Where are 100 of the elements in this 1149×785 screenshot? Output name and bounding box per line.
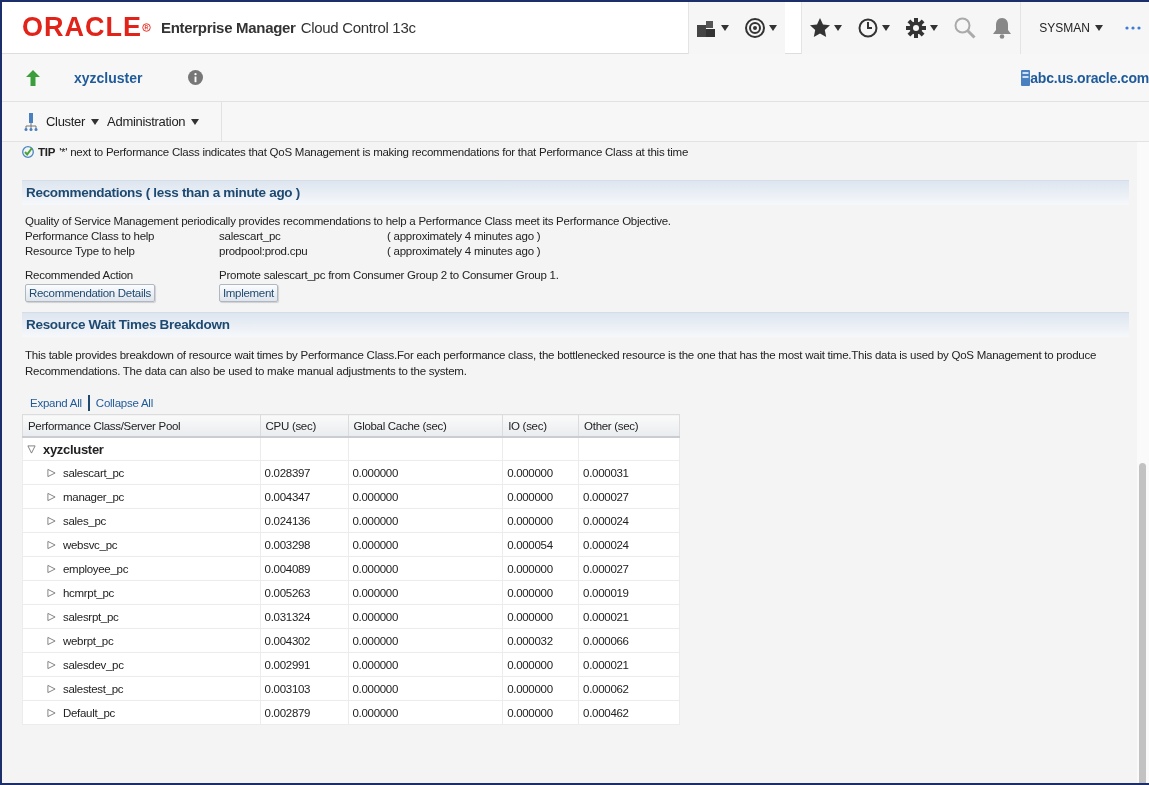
- notifications-icon[interactable]: [992, 16, 1013, 39]
- tree-node-label[interactable]: salesrpt_pc: [63, 610, 119, 623]
- column-header[interactable]: CPU (sec): [260, 414, 348, 437]
- table-cell: 0.005263: [264, 586, 311, 599]
- tree-node-label[interactable]: Default_pc: [63, 706, 115, 719]
- table-cell: 0.000000: [507, 514, 553, 527]
- tree-node-label[interactable]: salestest_pc: [63, 682, 124, 695]
- table-cell: 0.000000: [352, 658, 399, 671]
- scrollbar-thumb[interactable]: [1139, 463, 1146, 783]
- field-time: ( approximately 4 minutes ago ): [387, 230, 542, 242]
- tree-node-label[interactable]: manager_pc: [63, 490, 124, 503]
- field-value: prodpool:prod.cpu: [219, 245, 309, 257]
- table-cell: 0.000000: [352, 466, 399, 479]
- tip-label: TIP: [38, 146, 56, 158]
- table-cell: 0.003103: [264, 682, 311, 695]
- caret-icon: [769, 24, 778, 31]
- collapsed-icon[interactable]: [47, 563, 56, 574]
- tree-node-label[interactable]: sales_pc: [63, 514, 106, 527]
- table-cell: 0.000019: [583, 586, 629, 599]
- column-header[interactable]: Performance Class/Server Pool: [22, 414, 261, 437]
- table-cell: 0.000021: [583, 658, 629, 671]
- collapsed-icon[interactable]: [47, 635, 56, 646]
- collapsed-icon[interactable]: [47, 587, 56, 598]
- table-cell: 0.000000: [507, 658, 553, 671]
- caret-icon: [91, 118, 100, 125]
- table-cell: 0.000000: [352, 682, 399, 695]
- tree-node-label[interactable]: webrpt_pc: [63, 634, 114, 647]
- settings-icon: [906, 17, 927, 38]
- field-label: Recommended Action: [25, 269, 134, 281]
- tree-link[interactable]: Collapse All: [95, 397, 153, 409]
- column-header[interactable]: Global Cache (sec): [348, 414, 503, 437]
- table-cell: 0.004302: [264, 634, 311, 647]
- column-header[interactable]: Other (sec): [578, 414, 680, 437]
- clock-icon: [858, 17, 879, 38]
- table-cell: 0.000000: [352, 538, 399, 551]
- field-label: Resource Type to help: [25, 245, 136, 257]
- oracle-logo: ORACLE: [22, 12, 142, 43]
- tree-node-label[interactable]: websvc_pc: [63, 538, 118, 551]
- star-icon: [810, 18, 831, 37]
- expanded-icon[interactable]: [27, 444, 36, 454]
- tip-text: '*' next to Performance Class indicates that QoS Management is making recommendations for that Performance Class at this time: [59, 146, 689, 158]
- tree-link[interactable]: Expand All: [30, 397, 82, 409]
- table-cell: 0.000000: [507, 490, 553, 503]
- tree-node-label[interactable]: salesdev_pc: [63, 658, 124, 671]
- table-cell: 0.000062: [583, 682, 629, 695]
- caret-icon: [721, 24, 730, 31]
- table-cell: 0.031324: [264, 610, 311, 623]
- host-link[interactable]: abc.us.oracle.com: [1030, 69, 1149, 86]
- product-edition: Cloud Control 13c: [300, 19, 416, 36]
- description-text: This table provides breakdown of resource wait times by Performance Class.For each performance class, the bottlenecked resource is the one that has the most wait time.This data is used by QoS Management to produce Recommendations. The data can also be used to make manual adjustments to the system.: [25, 348, 1098, 379]
- table-cell: 0.000027: [583, 490, 629, 503]
- field-value: salescart_pc: [219, 230, 282, 242]
- intro-text: Quality of Service Management periodically provides recommendations to help a Performance Class meet its Performance Objective.: [25, 215, 672, 227]
- table-cell: 0.003298: [264, 538, 311, 551]
- table-cell: 0.000000: [507, 586, 553, 599]
- field-time: ( approximately 4 minutes ago ): [387, 245, 542, 257]
- table-cell: 0.000024: [583, 538, 629, 551]
- info-icon[interactable]: [188, 70, 204, 85]
- search-icon[interactable]: [954, 16, 977, 39]
- cluster-icon: [24, 112, 38, 131]
- tree-node-label[interactable]: salescart_pc: [63, 466, 124, 479]
- caret-icon: [191, 118, 200, 125]
- collapsed-icon[interactable]: [47, 539, 56, 550]
- collapsed-icon[interactable]: [47, 611, 56, 622]
- tree-node-label[interactable]: employee_pc: [63, 562, 129, 575]
- collapsed-icon[interactable]: [47, 515, 56, 526]
- table-cell: 0.024136: [264, 514, 311, 527]
- section-header: Recommendations ( less than a minute ago ): [22, 180, 1129, 205]
- collapsed-icon[interactable]: [47, 491, 56, 502]
- field-label: Performance Class to help: [25, 230, 156, 242]
- table-cell: 0.000021: [583, 610, 629, 623]
- registered-icon: [142, 23, 151, 32]
- collapsed-icon[interactable]: [47, 683, 56, 694]
- collapsed-icon[interactable]: [47, 467, 56, 478]
- table-cell: 0.002991: [264, 658, 311, 671]
- target-name-link[interactable]: xyzcluster: [74, 69, 143, 86]
- table-cell: 0.000000: [507, 466, 553, 479]
- caret-icon: [930, 24, 939, 31]
- caret-icon: [882, 24, 891, 31]
- action-button[interactable]: Recommendation Details: [25, 284, 155, 302]
- more-icon[interactable]: [1125, 25, 1141, 30]
- table-cell: 0.000024: [583, 514, 629, 527]
- action-button[interactable]: Implement: [218, 284, 278, 302]
- table-cell: 0.000027: [583, 562, 629, 575]
- tree-node-label[interactable]: hcmrpt_pc: [63, 586, 114, 599]
- tree-node-label[interactable]: xyzcluster: [43, 441, 104, 457]
- table-cell: 0.000054: [507, 538, 553, 551]
- menu-button[interactable]: Cluster: [46, 114, 100, 129]
- target-icon: [745, 17, 766, 38]
- target-up-icon: [26, 69, 40, 86]
- table-cell: 0.004347: [264, 490, 311, 503]
- product-name: Enterprise Manager: [161, 19, 296, 36]
- table-cell: 0.002879: [264, 706, 311, 719]
- column-header[interactable]: IO (sec): [502, 414, 579, 437]
- table-cell: 0.000000: [352, 562, 399, 575]
- collapsed-icon[interactable]: [47, 707, 56, 718]
- menu-button[interactable]: Administration: [107, 114, 200, 129]
- table-cell: 0.000000: [507, 706, 553, 719]
- collapsed-icon[interactable]: [47, 659, 56, 670]
- table-cell: 0.000000: [352, 706, 399, 719]
